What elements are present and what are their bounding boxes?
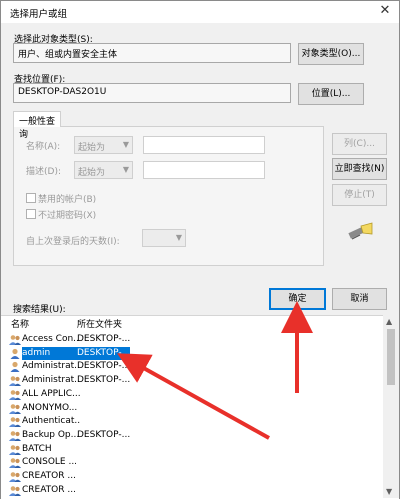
annotation-arrow-to-admin — [117, 353, 270, 440]
select-users-dialog: 选择用户或组 ✕ 选择此对象类型(S): 用户、组或内置安全主体 对象类型(O)… — [0, 0, 400, 499]
annotation-arrows — [117, 301, 313, 440]
tab-general-query[interactable]: 一般性查询 — [13, 111, 61, 140]
